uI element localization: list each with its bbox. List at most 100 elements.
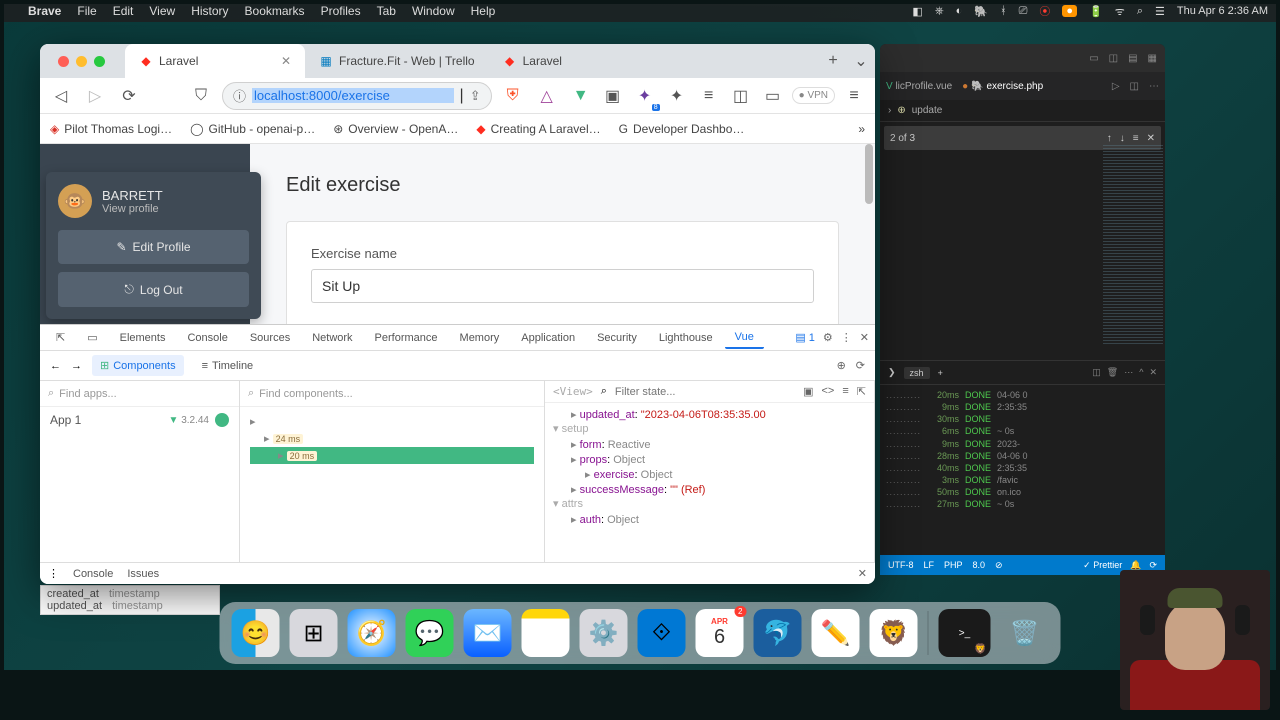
dt-tab-elements[interactable]: Elements [110, 328, 176, 348]
state-row[interactable]: ▸ auth: Object [553, 512, 866, 527]
drawer-menu-icon[interactable]: ⋮ [48, 567, 59, 580]
state-row[interactable]: ▸ successMessage: "" (Ref) [553, 482, 866, 497]
messages-icon[interactable]: 💬 [406, 609, 454, 657]
layout-icon[interactable]: ▦ [1148, 53, 1157, 64]
browser-tab[interactable]: ◆ Laravel [489, 44, 629, 78]
code-icon[interactable]: <> [822, 385, 835, 398]
back-button[interactable]: ◁ [48, 83, 74, 109]
nav-fwd-icon[interactable]: → [71, 360, 82, 372]
trash-icon[interactable]: 🗑️ [1001, 609, 1049, 657]
status-icon[interactable]: ⎈ [935, 5, 944, 18]
dt-tab-lighthouse[interactable]: Lighthouse [649, 328, 723, 348]
bookmark-item[interactable]: ◆Creating A Laravel… [476, 122, 600, 136]
calendar-icon[interactable]: APR 6 2 [696, 609, 744, 657]
status-encoding[interactable]: UTF-8 [888, 560, 914, 570]
find-menu-icon[interactable]: ≡ [1133, 133, 1139, 144]
vscode-icon[interactable]: ⟐ [638, 609, 686, 657]
scrollbar[interactable] [865, 144, 873, 204]
dt-tab-performance[interactable]: Performance [365, 328, 448, 348]
status-lang[interactable]: PHP [944, 560, 963, 570]
sidebar-icon[interactable]: ≡ [696, 83, 722, 109]
menu-edit[interactable]: Edit [113, 4, 134, 18]
chevron-up-icon[interactable]: ^ [1139, 367, 1143, 378]
vue-app-row[interactable]: App 1 ▼ 3.2.44 [40, 407, 239, 433]
extensions-icon[interactable]: ✦ [664, 83, 690, 109]
mic-icon[interactable]: ● [1062, 5, 1077, 17]
layout-icon[interactable]: ◫ [1109, 53, 1118, 64]
menu-profiles[interactable]: Profiles [321, 4, 361, 18]
vscode-breadcrumb[interactable]: › ⊕ update [880, 100, 1165, 122]
mail-icon[interactable]: ✉️ [464, 609, 512, 657]
bluetooth-icon[interactable]: ᚼ [1000, 5, 1007, 17]
screen-icon[interactable]: ⎚ [1019, 5, 1028, 18]
trash-icon[interactable]: 🗑 [1107, 367, 1118, 378]
terminal-app-icon[interactable]: >_🦁 [939, 609, 991, 657]
menu-icon[interactable]: ≡ [842, 385, 848, 398]
state-row[interactable]: ▸ form: Reactive [553, 437, 866, 452]
component-tree-node[interactable]: ▸ 24 ms [250, 430, 534, 447]
search-icon[interactable]: ⌕ [1137, 5, 1143, 18]
safari-icon[interactable]: 🧭 [348, 609, 396, 657]
window-zoom-button[interactable] [94, 56, 105, 67]
dt-tab-network[interactable]: Network [302, 328, 362, 348]
more-icon[interactable]: ⋯ [1149, 81, 1159, 92]
browser-tab[interactable]: ◆ Laravel ✕ [125, 44, 305, 78]
window-minimize-button[interactable] [76, 56, 87, 67]
launchpad-icon[interactable]: ⊞ [290, 609, 338, 657]
state-row[interactable]: ▸ props: Object [553, 452, 866, 467]
new-tab-button[interactable]: + [819, 52, 847, 70]
status-icon[interactable]: ◧ [912, 5, 922, 18]
ext-icon[interactable]: ▣ [600, 83, 626, 109]
terminal-shell[interactable]: zsh [904, 367, 930, 379]
finder-icon[interactable]: 😊 [232, 609, 280, 657]
edit-profile-button[interactable]: ✎Edit Profile [58, 230, 249, 264]
console-drawer-tab[interactable]: Console [73, 568, 113, 580]
find-close-icon[interactable]: ✕ [1147, 133, 1155, 144]
wifi-icon[interactable]: ᯤ [1115, 4, 1125, 19]
run-icon[interactable]: ▷ [1112, 81, 1120, 92]
menu-view[interactable]: View [149, 4, 175, 18]
minimap[interactable] [1103, 144, 1163, 344]
state-row[interactable]: ▾ setup [553, 422, 866, 437]
vue-timeline-tab[interactable]: ≡Timeline [194, 356, 262, 376]
view-profile-link[interactable]: View profile [102, 203, 163, 215]
menu-window[interactable]: Window [412, 4, 455, 18]
find-prev-icon[interactable]: ↑ [1107, 133, 1112, 144]
issues-icon[interactable]: ▤ 1 [795, 331, 815, 344]
menu-history[interactable]: History [191, 4, 228, 18]
issues-drawer-tab[interactable]: Issues [127, 568, 159, 580]
more-icon[interactable]: ⋯ [1124, 367, 1133, 378]
menu-help[interactable]: Help [471, 4, 496, 18]
find-components-input[interactable]: Find components... [259, 388, 353, 400]
menu-tab[interactable]: Tab [377, 4, 396, 18]
bookmark-item[interactable]: ⊛Overview - OpenA… [333, 122, 458, 136]
dt-tab-memory[interactable]: Memory [450, 328, 510, 348]
brave-icon[interactable]: 🦁 [870, 609, 918, 657]
vue-components-tab[interactable]: ⊞Components [92, 355, 184, 376]
bookmark-item[interactable]: ◯GitHub - openai-p… [190, 122, 315, 136]
state-row[interactable]: ▸ updated_at: "2023-04-06T08:35:35.00 [553, 407, 866, 422]
editor-tab[interactable]: ●🐘 exercise.php [962, 81, 1043, 92]
state-row[interactable]: ▾ attrs [553, 497, 866, 512]
status-eol[interactable]: LF [924, 560, 935, 570]
settings-icon[interactable]: ⚙️ [580, 609, 628, 657]
menu-bookmarks[interactable]: Bookmarks [245, 4, 305, 18]
site-info-icon[interactable]: ⓘ [233, 86, 246, 105]
dt-tab-vue[interactable]: Vue [725, 327, 764, 349]
menubar-app[interactable]: Brave [28, 4, 61, 18]
drawer-close-icon[interactable]: ✕ [858, 567, 867, 580]
sequelace-icon[interactable]: 🐬 [754, 609, 802, 657]
locate-icon[interactable]: ⊕ [837, 359, 846, 372]
status-icon[interactable]: ⊘ [995, 560, 1003, 571]
dt-tab-sources[interactable]: Sources [240, 328, 300, 348]
exercise-name-input[interactable] [311, 269, 814, 303]
refresh-icon[interactable]: ⟳ [856, 359, 865, 372]
vpn-button[interactable]: ● VPN [792, 87, 835, 104]
device-icon[interactable]: ▭ [77, 327, 107, 348]
prettier-status[interactable]: ✓ Prettier [1083, 560, 1122, 571]
component-tree-node[interactable]: ▸ [250, 413, 534, 430]
menubar-clock[interactable]: Thu Apr 6 2:36 AM [1177, 5, 1268, 17]
component-tree-node[interactable]: ▸ 20 ms [250, 447, 534, 464]
close-icon[interactable]: ✕ [1149, 367, 1157, 378]
popout-icon[interactable]: ⇱ [857, 385, 866, 398]
